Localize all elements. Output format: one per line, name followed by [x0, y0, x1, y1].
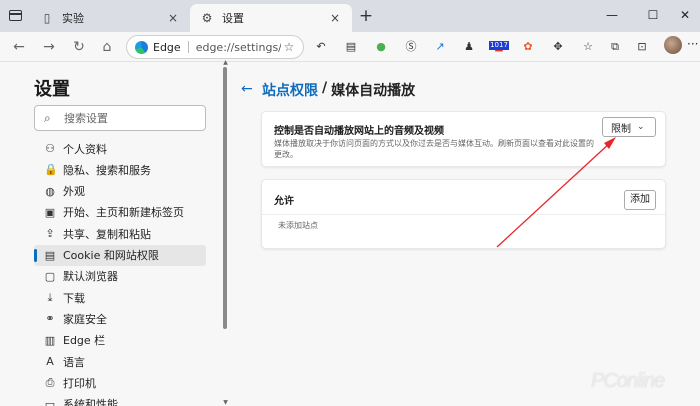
annotation-arrow [496, 137, 616, 248]
annotation-arrow-line [496, 141, 612, 248]
watermark-logo: PConline [591, 370, 665, 392]
